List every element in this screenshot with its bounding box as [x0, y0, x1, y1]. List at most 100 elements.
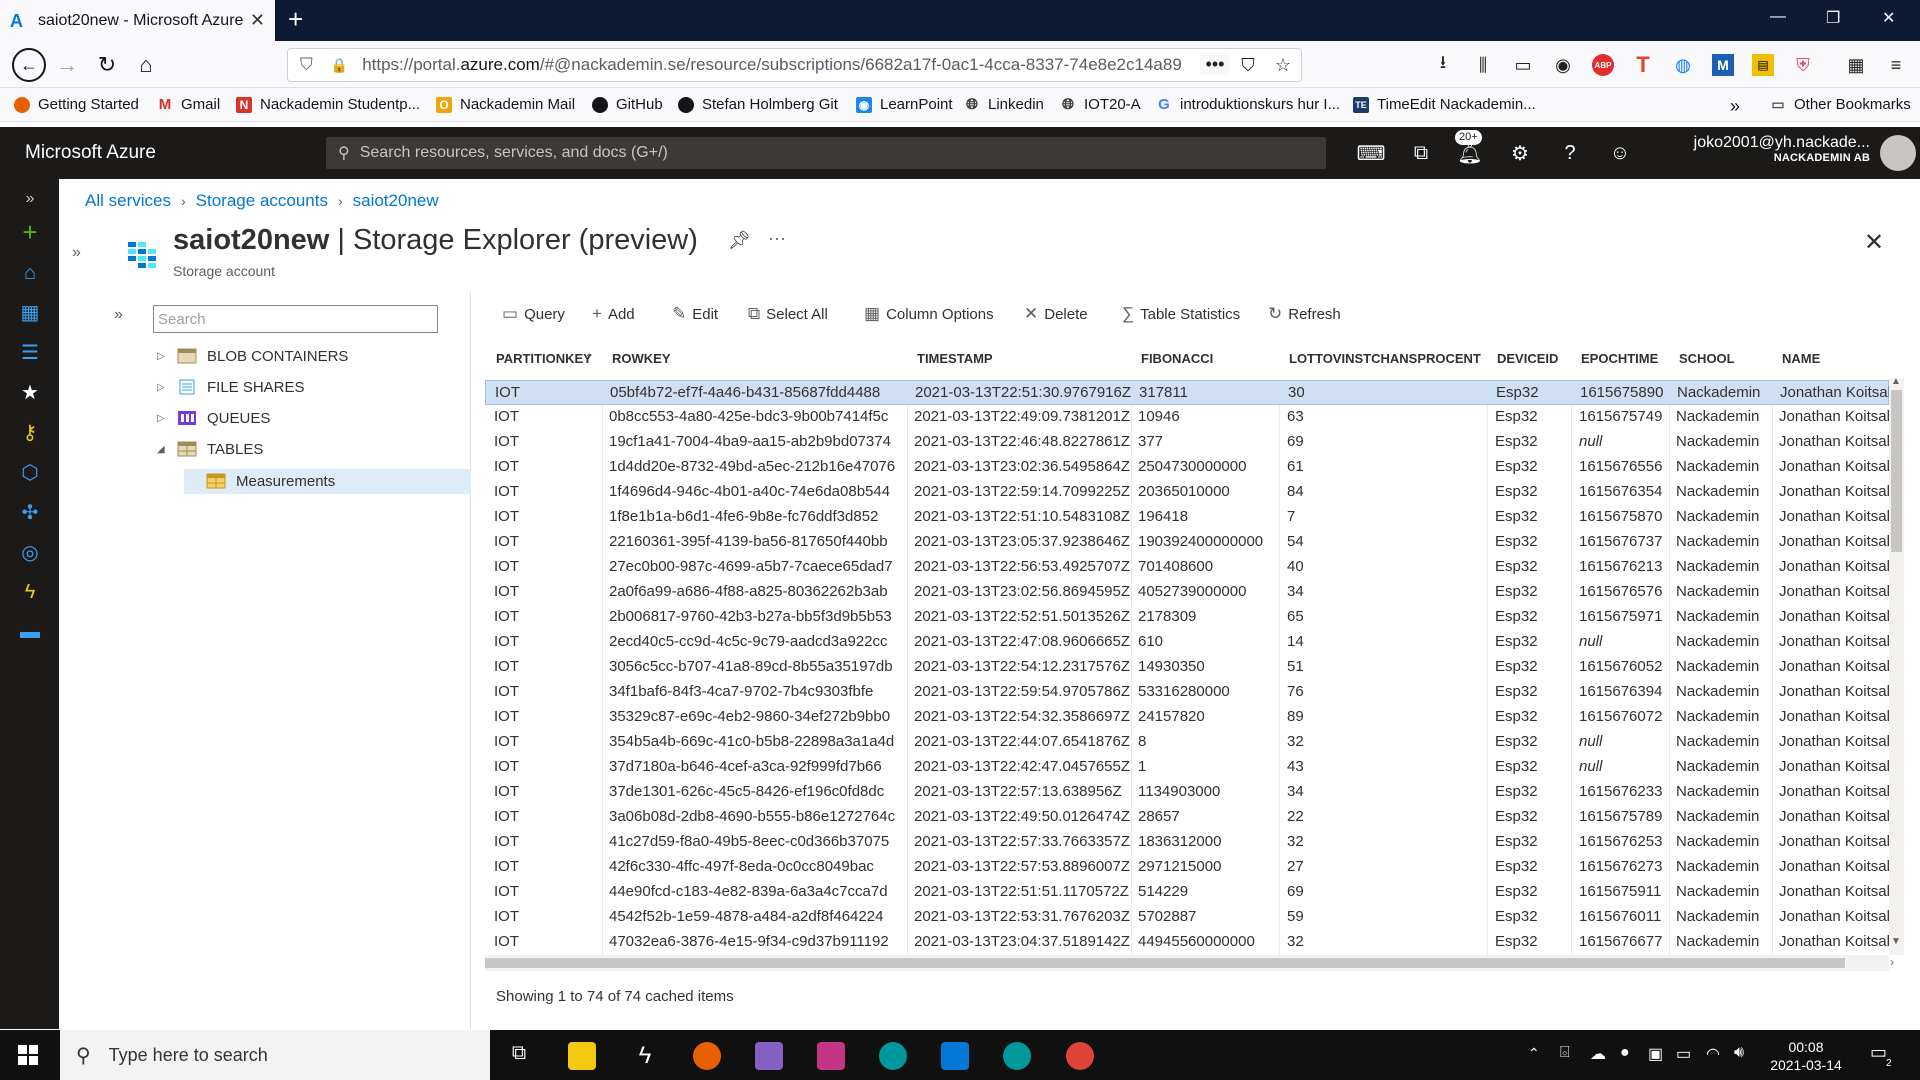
bookmark-github[interactable]: GitHub: [592, 96, 663, 113]
visual-studio-icon[interactable]: [755, 1042, 783, 1070]
pocket-icon[interactable]: ⛉: [1237, 54, 1259, 76]
query-button[interactable]: ▭ Query: [502, 304, 565, 324]
reload-icon[interactable]: ↻: [92, 50, 122, 80]
t-extension-icon[interactable]: T: [1632, 52, 1654, 77]
table-row[interactable]: IOT 1d4dd20e-8732-49bd-a5ec-212b16e47076 2…: [485, 455, 1889, 480]
bookmark-other[interactable]: ▭ Other Bookmarks: [1770, 96, 1910, 113]
shield-icon[interactable]: ⛉: [300, 55, 313, 75]
lock-icon[interactable]: 🔒: [331, 57, 348, 74]
table-row[interactable]: IOT 4542f52b-1e59-4878-a484-a2df8f464224 2…: [485, 905, 1889, 930]
minimize-icon[interactable]: —: [1770, 8, 1786, 26]
bookmark-linkedin[interactable]: 🌐︎ Linkedin: [964, 96, 1044, 113]
directory-filter-icon[interactable]: ⧉: [1408, 140, 1434, 166]
m-extension-icon[interactable]: M: [1712, 54, 1734, 76]
app-icon[interactable]: [817, 1042, 845, 1070]
select-all-button[interactable]: ⧉ Select All: [748, 304, 828, 324]
firefox-icon[interactable]: [693, 1042, 721, 1070]
column-header-epochtime[interactable]: EPOCHTIME: [1581, 351, 1658, 366]
column-header-timestamp[interactable]: TIMESTAMP: [917, 351, 993, 366]
resource-group-icon[interactable]: ⬡: [17, 459, 43, 485]
expand-icon[interactable]: ▷: [157, 382, 177, 393]
page-actions-icon[interactable]: •••: [1200, 53, 1230, 75]
windows-start-icon[interactable]: [18, 1045, 38, 1065]
table-row[interactable]: IOT 37de1301-626c-45c5-8426-ef196c0fd8dc 2…: [485, 780, 1889, 805]
taskbar-clock[interactable]: 00:08 2021-03-14: [1766, 1038, 1846, 1074]
sidebar-icon[interactable]: ▭: [1512, 54, 1534, 76]
library-icon[interactable]: ⫼: [1472, 54, 1494, 76]
sort-ascending-icon[interactable]: ⌃: [585, 353, 593, 364]
favorites-star-icon[interactable]: ★: [17, 379, 43, 405]
table-row[interactable]: IOT 37d7180a-b646-4cef-a3ca-92f999fd7b66 2…: [485, 755, 1889, 780]
account-icon[interactable]: ◉: [1552, 54, 1574, 76]
shield-extension-icon[interactable]: ⛨: [1792, 54, 1814, 76]
table-row[interactable]: IOT 3056c5cc-b707-41a8-89cd-8b55a35197db 2…: [485, 655, 1889, 680]
bookmark-gmail[interactable]: M Gmail: [157, 96, 220, 113]
table-row[interactable]: IOT 47032ea6-3876-4e15-9f34-c9d37b911192 2…: [485, 930, 1889, 955]
battery-icon[interactable]: ▭: [1676, 1044, 1691, 1064]
arduino-icon[interactable]: [879, 1042, 907, 1070]
window-close-icon[interactable]: ✕: [1882, 8, 1895, 28]
bookmark-stefan-holmberg[interactable]: Stefan Holmberg Git: [678, 96, 838, 113]
messenger-icon[interactable]: ◍: [1672, 54, 1694, 76]
collapse-tree-icon[interactable]: »: [114, 306, 123, 324]
azure-search-input[interactable]: ⚲ Search resources, services, and docs (…: [326, 137, 1326, 169]
microphone-icon[interactable]: ●: [1620, 1044, 1630, 1062]
table-row[interactable]: IOT 3a06b08d-2db8-4690-b555-b86e1272764c 2…: [485, 805, 1889, 830]
restore-icon[interactable]: ❐: [1826, 8, 1840, 28]
create-resource-icon[interactable]: +: [17, 217, 43, 247]
onedrive-cloud-icon[interactable]: ☁: [1590, 1044, 1606, 1064]
bookmark-learnpoint[interactable]: ◉ LearnPoint: [856, 96, 953, 113]
browser-tab[interactable]: A saiot20new - Microsoft Azure ✕: [0, 0, 275, 41]
dashboard-icon[interactable]: ▦: [17, 299, 43, 325]
expand-menu-icon[interactable]: »: [17, 186, 43, 212]
tree-item-tables[interactable]: ◢ TABLES: [157, 435, 263, 463]
menu-icon[interactable]: ≡: [1885, 54, 1907, 76]
extensions-icon[interactable]: ▦: [1845, 54, 1867, 76]
bookmark-nackademin-mail[interactable]: O Nackademin Mail: [436, 96, 575, 113]
delete-button[interactable]: ✕ Delete: [1024, 304, 1088, 324]
volume-icon[interactable]: 🔊︎: [1734, 1044, 1744, 1062]
refresh-button[interactable]: ↻ Refresh: [1268, 304, 1341, 324]
tree-search-input[interactable]: Search: [153, 305, 438, 333]
feedback-icon[interactable]: ☺: [1607, 140, 1633, 166]
column-header-deviceid[interactable]: DEVICEID: [1497, 351, 1558, 366]
bookmark-nackademin-studentp[interactable]: N Nackademin Studentp...: [236, 96, 420, 113]
key-icon[interactable]: ⚷: [17, 419, 43, 445]
bookmark-introduktionskurs[interactable]: Gintroduktionskurs hur I...: [1156, 96, 1340, 113]
table-row[interactable]: IOT 354b5a4b-669c-41c0-b5b8-22898a3a1a4d 2…: [485, 730, 1889, 755]
table-row[interactable]: IOT 2a0f6a99-a686-4f88-a825-80362262b3ab 2…: [485, 580, 1889, 605]
tree-item-measurements[interactable]: Measurements: [206, 467, 335, 495]
taskbar-search-input[interactable]: ⚲ Type here to search: [60, 1030, 490, 1080]
chrome-icon[interactable]: [1066, 1042, 1094, 1070]
breadcrumb-saiot20new[interactable]: saiot20new: [353, 191, 439, 210]
collapse-icon[interactable]: ◢: [157, 444, 177, 455]
show-hidden-icons-icon[interactable]: ⌃: [1528, 1045, 1540, 1062]
column-header-partitionkey[interactable]: PARTITIONKEY: [496, 351, 592, 366]
table-row[interactable]: IOT 41c27d59-f8a0-49b5-8eec-c0d366b37075 2…: [485, 830, 1889, 855]
function-app-icon[interactable]: ϟ: [17, 579, 43, 605]
collapse-pane-icon[interactable]: »: [72, 244, 81, 262]
avatar[interactable]: [1880, 135, 1916, 171]
tree-item-queues[interactable]: ▷ QUEUES: [157, 404, 270, 432]
table-row[interactable]: IOT 0b8cc553-4a80-425e-bdc3-9b00b7414f5c 2…: [485, 405, 1889, 430]
table-row[interactable]: IOT 05bf4b72-ef7f-4a46-b431-85687fdd4488 2…: [485, 380, 1890, 405]
all-services-icon[interactable]: ☰: [17, 339, 43, 365]
notes-extension-icon[interactable]: ▤: [1752, 54, 1774, 76]
scroll-up-icon[interactable]: ▲: [1891, 376, 1901, 387]
home-icon[interactable]: ⌂: [131, 50, 161, 80]
scroll-right-icon[interactable]: ›: [1890, 955, 1894, 969]
expand-icon[interactable]: ▷: [157, 413, 177, 424]
breadcrumb-storage-accounts[interactable]: Storage accounts: [196, 191, 328, 210]
table-row[interactable]: IOT 19cf1a41-7004-4ba9-aa15-ab2b9bd07374 2…: [485, 430, 1889, 455]
column-header-rowkey[interactable]: ROWKEY: [612, 351, 671, 366]
pin-icon[interactable]: 📌︎: [728, 230, 751, 251]
help-icon[interactable]: ?: [1557, 140, 1583, 166]
user-account[interactable]: joko2001@yh.nackade... NACKADEMIN AB: [1670, 134, 1870, 164]
table-row[interactable]: IOT 27ec0b00-987c-4699-a5b7-7caece65dad7 2…: [485, 555, 1889, 580]
expand-icon[interactable]: ▷: [157, 351, 177, 362]
horizontal-scroll-thumb[interactable]: [485, 958, 1845, 968]
table-row[interactable]: IOT 42f6c330-4ffc-497f-8eda-0c0cc8049bac 2…: [485, 855, 1889, 880]
table-row[interactable]: IOT 34f1baf6-84f3-4ca7-9702-7b4c9303fbfe 2…: [485, 680, 1889, 705]
column-header-lottovinstchansprocent[interactable]: LOTTOVINSTCHANSPROCENT: [1289, 351, 1481, 366]
network-icon[interactable]: ✣: [17, 499, 43, 525]
